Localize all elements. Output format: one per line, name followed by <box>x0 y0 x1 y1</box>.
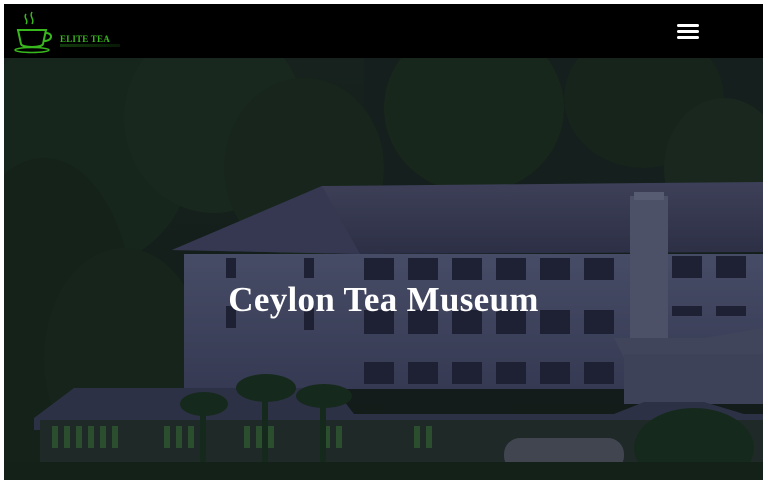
logo-tagline <box>60 44 120 47</box>
navbar: ELITE TEA <box>4 4 763 58</box>
hamburger-bar-middle <box>677 30 699 33</box>
hero-background-image <box>4 58 763 480</box>
logo-text: ELITE TEA <box>60 34 110 44</box>
hamburger-menu-icon[interactable] <box>674 17 702 45</box>
hamburger-bar-bottom <box>677 36 699 39</box>
hero-banner: Ceylon Tea Museum <box>4 58 763 480</box>
hero-title: Ceylon Tea Museum <box>228 280 539 319</box>
hamburger-bar-top <box>677 24 699 27</box>
site-logo[interactable]: ELITE TEA <box>12 10 122 54</box>
tea-cup-icon <box>14 11 52 54</box>
page-frame: ELITE TEA Ceylon Tea Museum <box>4 4 763 480</box>
